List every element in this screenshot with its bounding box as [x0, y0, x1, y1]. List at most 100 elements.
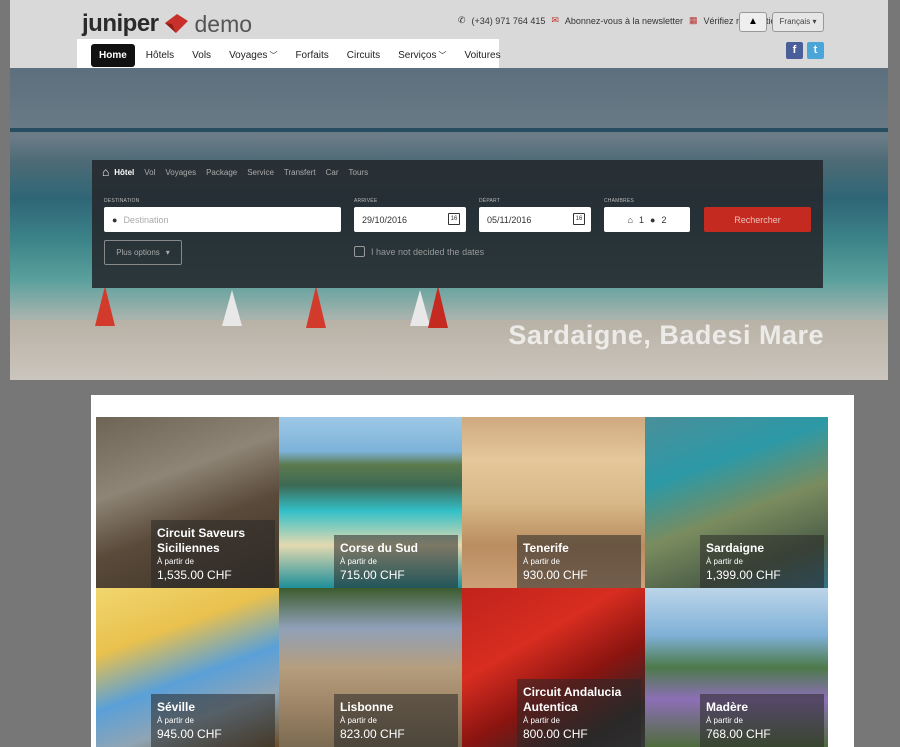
departure-date-input[interactable]: 05/11/2016 16: [479, 207, 591, 232]
destination-card[interactable]: Séville À partir de 945.00 CHF: [96, 588, 279, 747]
destination-caption: Corse du Sud À partir de 715.00 CHF: [334, 535, 458, 588]
person-icon: ●: [650, 214, 656, 225]
destination-caption: Tenerife À partir de 930.00 CHF: [517, 535, 641, 588]
nav-item-home[interactable]: Home: [91, 44, 135, 67]
hotel-icon: ⌂: [102, 165, 110, 179]
tab-hotel[interactable]: ⌂ Hôtel: [102, 165, 144, 179]
tab-service[interactable]: Service: [247, 168, 284, 177]
destination-card[interactable]: Circuit Andalucia Autentica À partir de …: [462, 588, 645, 747]
rooms-count: 1: [638, 214, 644, 225]
checkbox-box[interactable]: [354, 246, 365, 257]
destination-label: DESTINATION: [104, 198, 140, 204]
caret-down-icon: ▾: [165, 248, 170, 257]
destination-name: Circuit Saveurs Siciliennes: [157, 526, 246, 555]
booking-icon: ▦: [688, 15, 698, 25]
newsletter-link[interactable]: Abonnez-vous à la newsletter: [565, 16, 683, 26]
logo-diamond-icon: [164, 14, 188, 33]
hero-horizon: [10, 128, 888, 132]
arrival-label: ARRIVÉE: [354, 198, 378, 204]
tab-car[interactable]: Car: [326, 168, 349, 177]
tab-transfer[interactable]: Transfert: [284, 168, 326, 177]
undecided-dates-label: I have not decided the dates: [371, 246, 485, 257]
logo-word-demo: demo: [194, 10, 253, 37]
arrival-date-input[interactable]: 29/10/2016 16: [354, 207, 466, 232]
destination-from: À partir de: [340, 557, 377, 566]
destination-from: À partir de: [706, 557, 743, 566]
undecided-dates-checkbox[interactable]: I have not decided the dates: [354, 246, 484, 257]
destination-price: 1,535.00 CHF: [157, 568, 232, 582]
user-account-button[interactable]: ▲: [739, 12, 767, 32]
destination-from: À partir de: [706, 716, 743, 725]
calendar-icon[interactable]: 16: [448, 213, 460, 225]
phone-number[interactable]: (+34) 971 764 415: [472, 16, 546, 26]
tab-trips[interactable]: Voyages: [165, 168, 206, 177]
nav-item-cars[interactable]: Voitures: [457, 44, 507, 67]
more-options-button[interactable]: Plus options ▾: [104, 240, 182, 265]
hero-caption: Sardaigne, Badesi Mare: [508, 320, 824, 350]
room-icon: ⌂: [627, 214, 633, 225]
rooms-guests-selector[interactable]: ⌂ 1 ● 2: [604, 207, 690, 232]
destination-card[interactable]: Circuit Saveurs Siciliennes À partir de …: [96, 417, 279, 588]
language-label: Français: [779, 17, 811, 26]
phone-icon: ✆: [458, 15, 466, 25]
search-widget: ⌂ Hôtel Vol Voyages Package Service Tran…: [92, 160, 823, 288]
destination-caption: Madère À partir de 768.00 CHF: [700, 694, 824, 747]
destination-price: 1,399.00 CHF: [706, 568, 781, 582]
destination-name: Tenerife: [523, 541, 569, 555]
map-pin-icon: ●: [112, 214, 118, 225]
calendar-icon[interactable]: 16: [573, 213, 585, 225]
nav-item-hotels[interactable]: Hôtels: [139, 44, 181, 67]
destination-name: Séville: [157, 700, 196, 714]
destination-from: À partir de: [157, 557, 194, 566]
destination-placeholder: Destination: [123, 214, 169, 225]
rooms-label: CHAMBRES: [604, 198, 634, 204]
destination-name: Madère: [706, 700, 749, 714]
nav-item-trips[interactable]: Voyages ﹀: [222, 44, 284, 67]
envelope-icon: ✉: [551, 15, 559, 25]
destination-price: 768.00 CHF: [706, 727, 771, 741]
chevron-down-icon: ﹀: [438, 51, 447, 60]
destination-price: 800.00 CHF: [523, 727, 588, 741]
destination-name: Sardaigne: [706, 541, 765, 555]
chevron-down-icon: ﹀: [269, 51, 278, 60]
destination-name: Lisbonne: [340, 700, 394, 714]
arrival-date-value: 29/10/2016: [362, 214, 408, 225]
sail-shape: [95, 286, 115, 326]
tab-package[interactable]: Package: [206, 168, 247, 177]
destination-price: 823.00 CHF: [340, 727, 405, 741]
language-select[interactable]: Français ▾: [772, 12, 824, 32]
tab-hotel-label: Hôtel: [114, 167, 135, 177]
sail-shape: [222, 290, 242, 326]
destination-price: 945.00 CHF: [157, 727, 222, 741]
destination-card[interactable]: Sardaigne À partir de 1,399.00 CHF: [645, 417, 828, 588]
destination-price: 930.00 CHF: [523, 568, 588, 582]
logo[interactable]: juniper demo: [82, 10, 252, 38]
more-options-label: Plus options: [116, 248, 160, 257]
destination-card[interactable]: Lisbonne À partir de 823.00 CHF: [279, 588, 462, 747]
destination-caption: Circuit Andalucia Autentica À partir de …: [517, 679, 641, 747]
tab-flight[interactable]: Vol: [144, 168, 165, 177]
search-tabs: ⌂ Hôtel Vol Voyages Package Service Tran…: [92, 160, 823, 184]
destination-caption: Circuit Saveurs Siciliennes À partir de …: [151, 520, 275, 588]
sail-shape: [428, 286, 448, 328]
nav-item-packages[interactable]: Forfaits: [288, 44, 335, 67]
tab-tours[interactable]: Tours: [349, 168, 379, 177]
destination-card[interactable]: Madère À partir de 768.00 CHF: [645, 588, 828, 747]
facebook-icon[interactable]: f: [786, 42, 803, 59]
destination-input[interactable]: ● Destination: [104, 207, 341, 232]
nav-item-flights[interactable]: Vols: [185, 44, 218, 67]
destination-card[interactable]: Corse du Sud À partir de 715.00 CHF: [279, 417, 462, 588]
logo-word-juniper: juniper: [82, 10, 159, 37]
destination-caption: Séville À partir de 945.00 CHF: [151, 694, 275, 747]
nav-item-circuits[interactable]: Circuits: [340, 44, 387, 67]
twitter-icon[interactable]: t: [807, 42, 824, 59]
destination-name: Corse du Sud: [340, 541, 419, 555]
destination-caption: Lisbonne À partir de 823.00 CHF: [334, 694, 458, 747]
destination-card[interactable]: Tenerife À partir de 930.00 CHF: [462, 417, 645, 588]
destination-from: À partir de: [523, 557, 560, 566]
nav-item-services[interactable]: Serviços ﹀: [391, 44, 453, 67]
caret-down-icon: ▾: [812, 17, 817, 26]
search-button[interactable]: Rechercher: [704, 207, 811, 232]
destination-from: À partir de: [157, 716, 194, 725]
destination-from: À partir de: [523, 716, 560, 725]
